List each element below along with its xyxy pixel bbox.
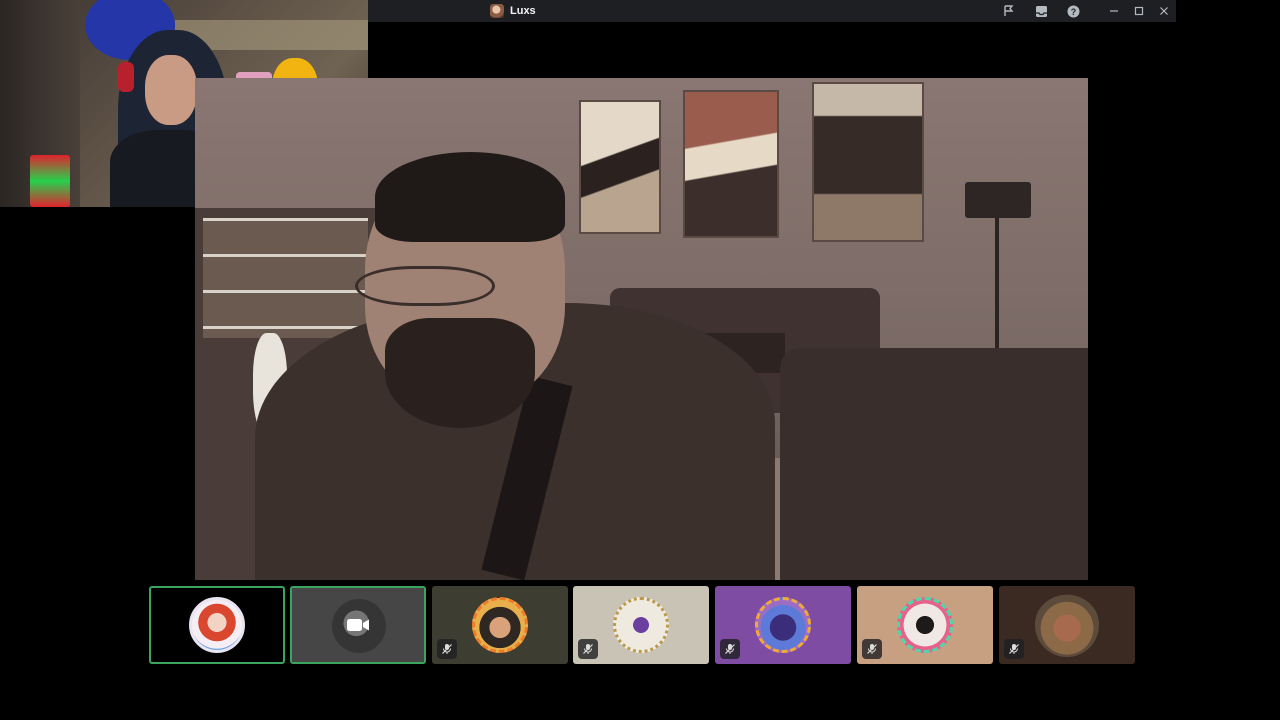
person-hair (375, 152, 565, 242)
wall-painting (579, 100, 661, 234)
user-avatar-icon (490, 4, 504, 18)
avatar (755, 597, 811, 653)
floor-lamp-stand (995, 218, 999, 358)
participant-tile[interactable] (715, 586, 851, 664)
muted-microphone-icon (437, 639, 457, 659)
window-titlebar: Luxs ? (368, 0, 1176, 22)
window-title: Luxs (510, 5, 536, 17)
close-icon[interactable] (1151, 0, 1176, 22)
avatar (897, 597, 953, 653)
headset (118, 62, 134, 92)
wall-painting (812, 82, 924, 242)
bookshelf (203, 218, 368, 338)
streamer-face (145, 55, 197, 125)
window-title-group: Luxs (490, 0, 536, 22)
avatar (472, 597, 528, 653)
person-beard (385, 318, 535, 428)
help-icon[interactable]: ? (1057, 0, 1089, 22)
muted-microphone-icon (862, 639, 882, 659)
svg-text:?: ? (1070, 6, 1076, 16)
titlebar-actions: ? (993, 0, 1176, 22)
avatar (613, 597, 669, 653)
participant-tile[interactable] (857, 586, 993, 664)
wall-painting (683, 90, 779, 238)
floor-lamp (965, 182, 1031, 218)
minimize-icon[interactable] (1101, 0, 1126, 22)
muted-microphone-icon (720, 639, 740, 659)
participant-tile[interactable] (999, 586, 1135, 664)
rgb-lamp (30, 155, 70, 207)
maximize-icon[interactable] (1126, 0, 1151, 22)
muted-microphone-icon (1004, 639, 1024, 659)
flag-icon[interactable] (993, 0, 1025, 22)
sofa (780, 348, 1088, 580)
participant-tile[interactable] (290, 586, 426, 664)
participant-tile[interactable] (573, 586, 709, 664)
camera-icon (343, 610, 373, 640)
avatar (1035, 593, 1099, 657)
inbox-icon[interactable] (1025, 0, 1057, 22)
participant-tile[interactable] (432, 586, 568, 664)
participant-tile[interactable] (149, 586, 285, 664)
muted-microphone-icon (578, 639, 598, 659)
focused-video-stream[interactable] (195, 78, 1088, 580)
avatar (189, 597, 245, 653)
glasses (355, 266, 495, 306)
